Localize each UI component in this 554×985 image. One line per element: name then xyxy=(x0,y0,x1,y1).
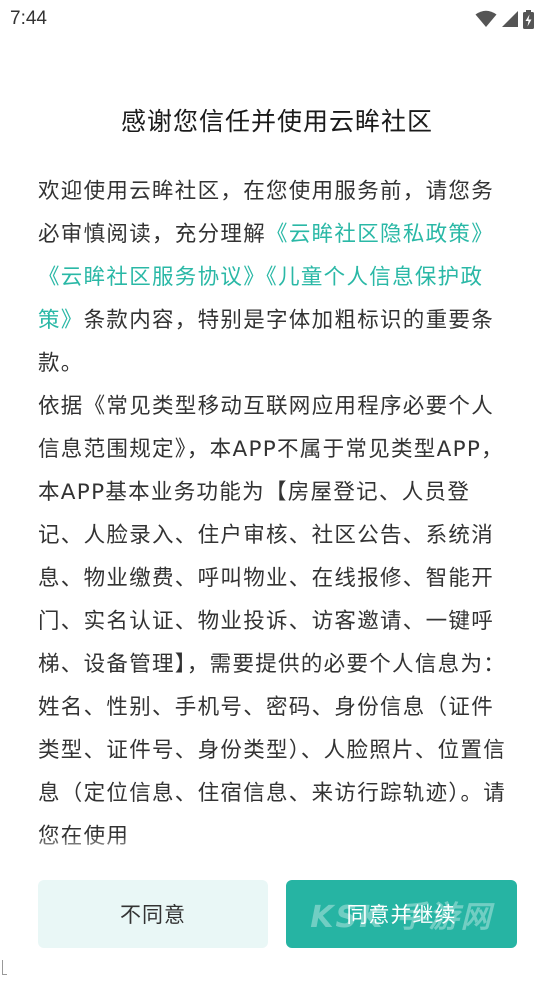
policy-content[interactable]: 欢迎使用云眸社区，在您使用服务前，请您务必审慎阅读，充分理解《云眸社区隐私政策》… xyxy=(38,170,508,858)
cellular-signal-icon xyxy=(502,11,518,27)
agree-label: 同意并继续 xyxy=(346,903,457,927)
policy-outro-text: 条款内容，特别是字体加粗标识的重要条款。 xyxy=(38,308,495,376)
scroll-fade xyxy=(38,836,508,858)
dialog-title: 感谢您信任并使用云眸社区 xyxy=(120,107,433,136)
disagree-button[interactable]: 不同意 xyxy=(38,880,268,948)
policy-paragraph-2: 依据《常见类型移动互联网应用程序必要个人信息范围规定》，本APP不属于常见类型A… xyxy=(38,394,507,849)
privacy-policy-link[interactable]: 《云眸社区隐私政策》 xyxy=(266,222,494,247)
status-bar: 7:44 xyxy=(0,0,554,40)
policy-paragraph-1: 欢迎使用云眸社区，在您使用服务前，请您务必审慎阅读，充分理解《云眸社区隐私政策》… xyxy=(38,170,508,385)
service-agreement-link[interactable]: 《云眸社区服务协议》 xyxy=(38,265,266,290)
status-time: 7:44 xyxy=(10,8,47,29)
edge-mark xyxy=(2,960,7,975)
agree-continue-button[interactable]: 同意并继续 KSK 手游网 xyxy=(286,880,517,948)
wifi-icon xyxy=(475,10,497,27)
battery-charging-icon xyxy=(523,9,534,29)
disagree-label: 不同意 xyxy=(120,903,186,927)
status-icons xyxy=(475,9,534,29)
